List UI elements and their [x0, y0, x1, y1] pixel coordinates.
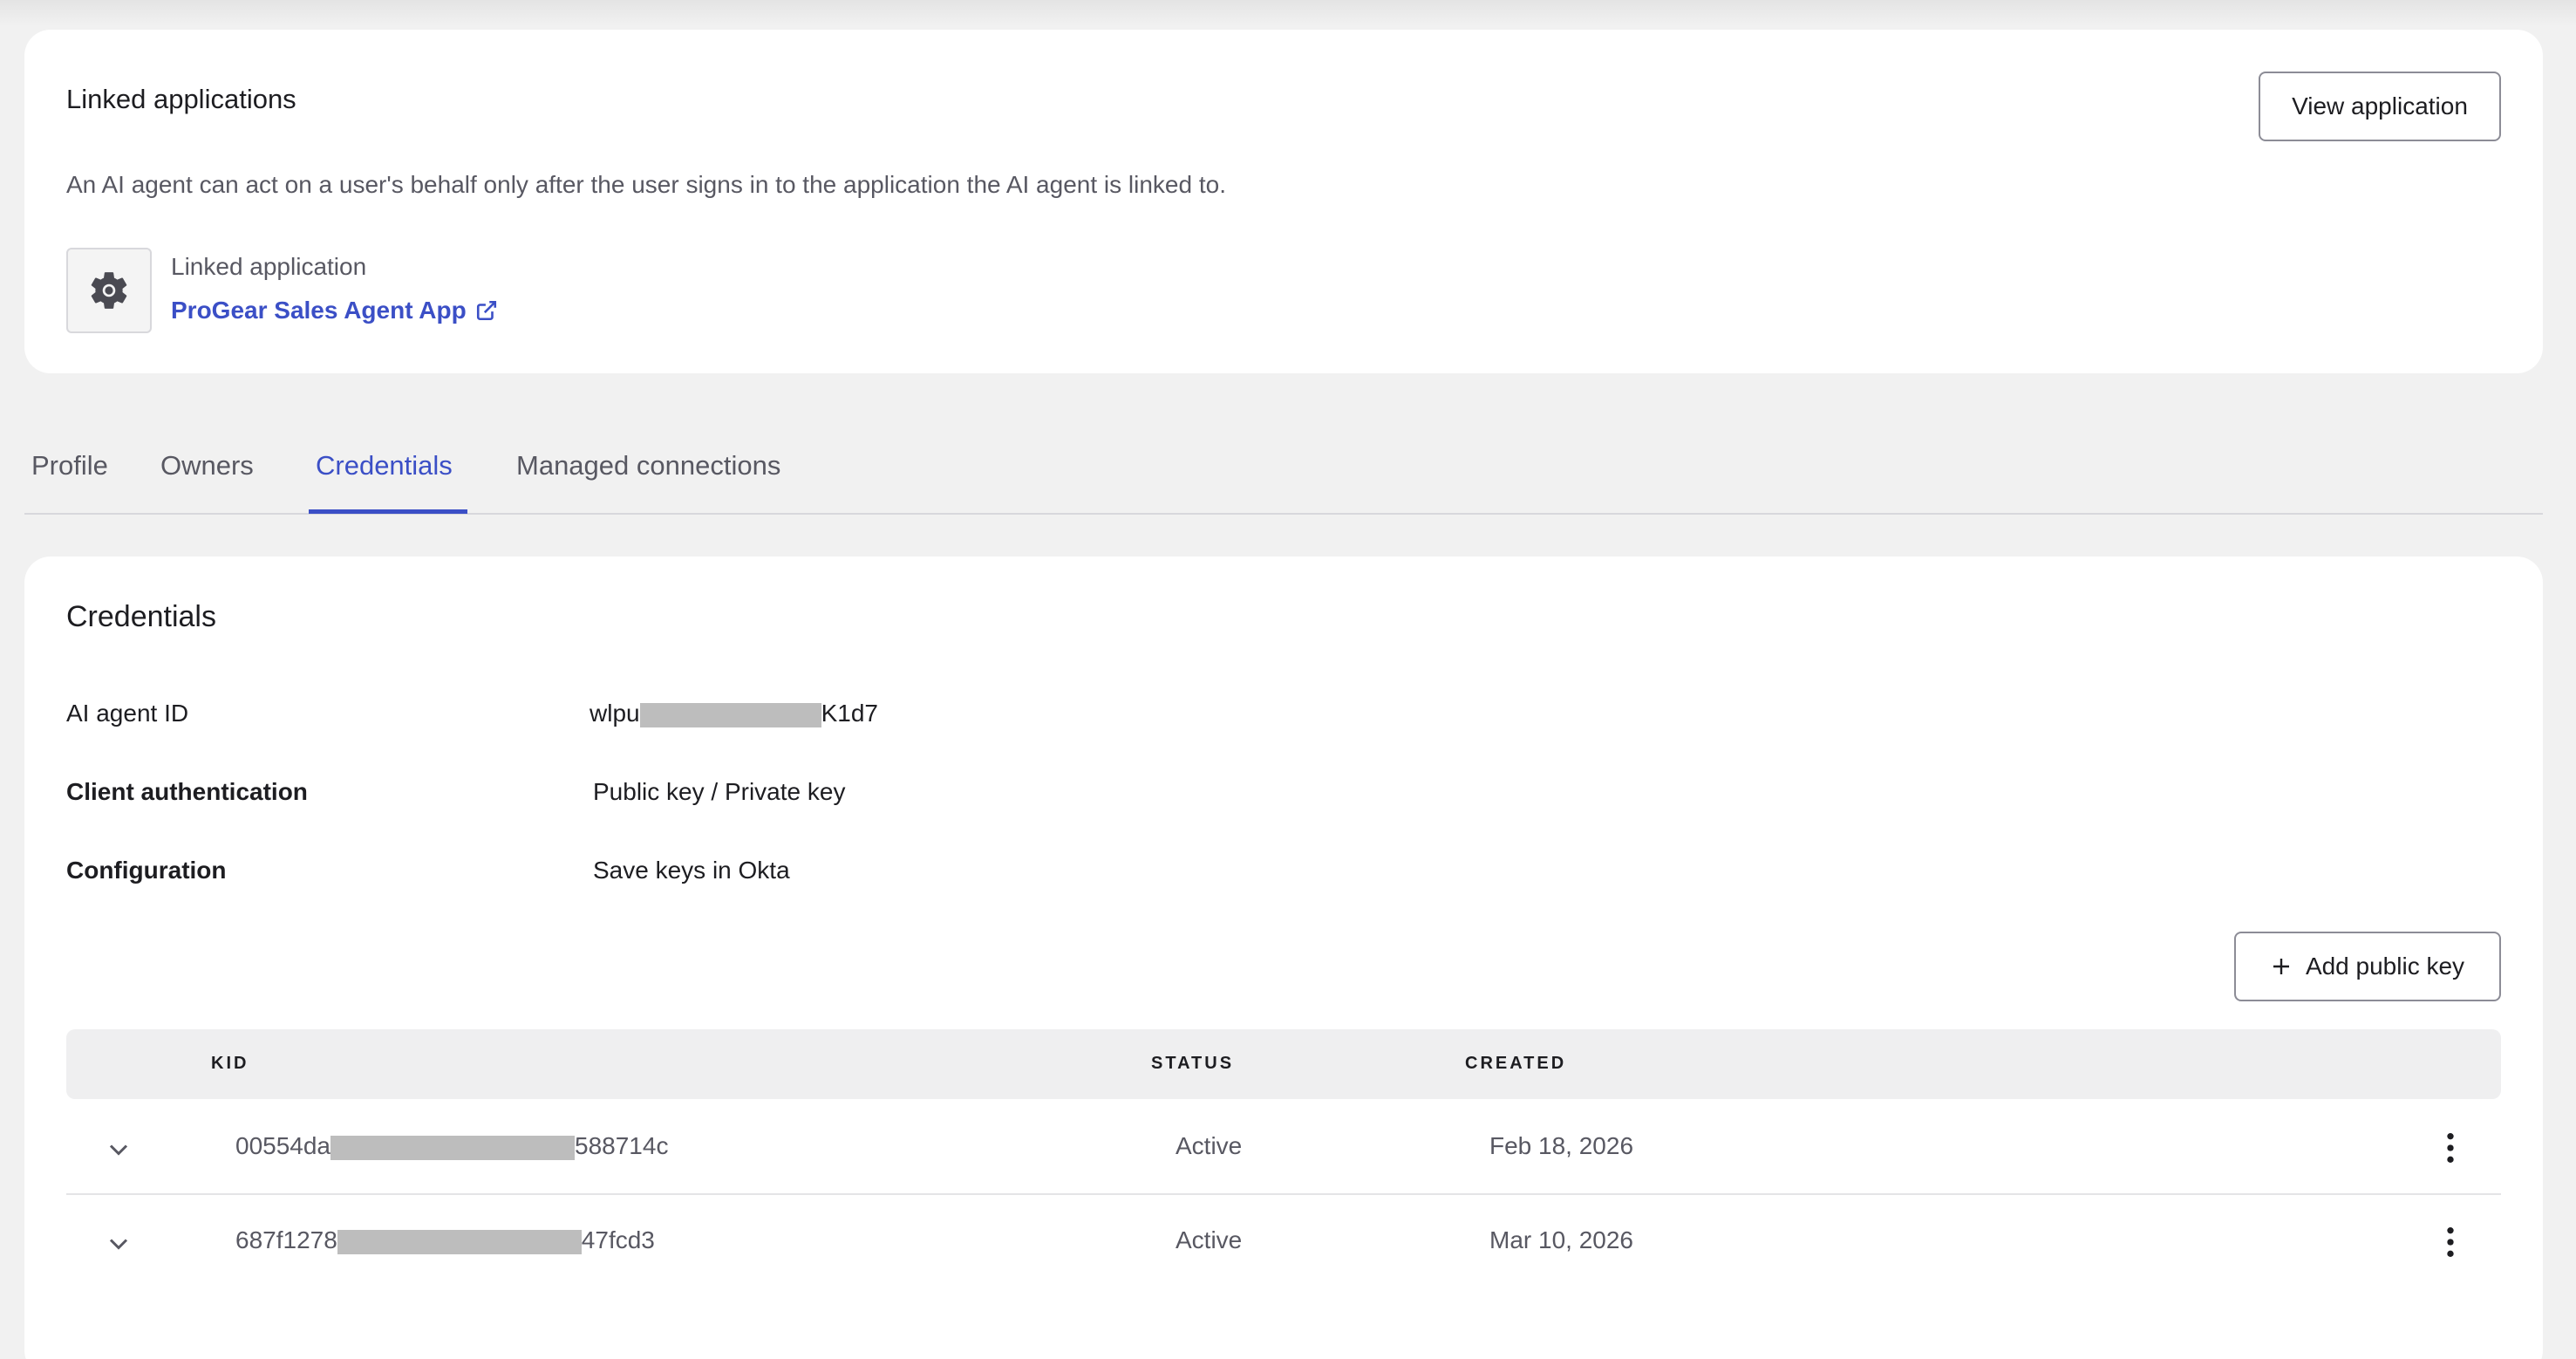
more-actions-icon[interactable]	[2440, 1130, 2461, 1165]
column-header-created: CREATED	[1465, 1054, 1567, 1073]
top-shadow	[0, 0, 2576, 26]
kid-suffix: 588714c	[575, 1132, 669, 1159]
tab-managed-connections[interactable]: Managed connections	[516, 436, 780, 515]
chevron-down-icon[interactable]	[103, 1228, 134, 1260]
redaction-block	[337, 1229, 582, 1254]
kid-prefix: 687f1278	[235, 1226, 337, 1253]
page: Linked applications View application An …	[0, 0, 2576, 1359]
kid-suffix: 47fcd3	[581, 1226, 655, 1253]
linked-applications-description: An AI agent can act on a user's behalf o…	[66, 171, 1226, 198]
created-cell: Mar 10, 2026	[1489, 1226, 1633, 1253]
tab-credentials[interactable]: Credentials	[316, 436, 453, 515]
column-header-status: STATUS	[1151, 1054, 1235, 1073]
table-row: 687f1278 47fcd3 Active Mar 10, 2026	[66, 1195, 2501, 1289]
ai-agent-id-label: AI agent ID	[66, 700, 189, 727]
linked-application-label: Linked application	[171, 253, 367, 280]
kid-cell: 00554da 588714c	[235, 1132, 668, 1160]
created-cell: Feb 18, 2026	[1489, 1132, 1634, 1159]
linked-application-name[interactable]: ProGear Sales Agent App	[171, 297, 467, 324]
linked-applications-title: Linked applications	[66, 84, 296, 114]
gear-icon	[91, 272, 127, 309]
more-actions-icon[interactable]	[2440, 1225, 2461, 1260]
tab-profile[interactable]: Profile	[31, 436, 108, 515]
kid-prefix: 00554da	[235, 1132, 331, 1159]
ai-agent-id-suffix: K1d7	[821, 700, 878, 727]
redaction-block	[331, 1135, 576, 1160]
table-row: 00554da 588714c Active Feb 18, 2026	[66, 1101, 2501, 1195]
configuration-label: Configuration	[66, 857, 227, 884]
chevron-down-icon[interactable]	[103, 1134, 134, 1165]
kid-cell: 687f1278 47fcd3	[235, 1226, 655, 1254]
active-tab-indicator	[309, 509, 467, 514]
status-cell: Active	[1176, 1132, 1243, 1159]
view-application-button[interactable]: View application	[2259, 72, 2501, 141]
plus-icon	[2273, 959, 2289, 974]
tab-owners[interactable]: Owners	[160, 436, 254, 515]
add-public-key-label[interactable]: Add public key	[2306, 953, 2464, 980]
keys-table-header: KID STATUS CREATED	[66, 1029, 2501, 1099]
status-cell: Active	[1176, 1226, 1243, 1253]
configuration-value: Save keys in Okta	[593, 857, 790, 884]
credentials-card: Credentials AI agent ID wlpu K1d7 Client …	[24, 557, 2543, 1359]
client-authentication-value: Public key / Private key	[593, 778, 846, 805]
linked-applications-card: Linked applications View application An …	[24, 30, 2543, 373]
client-authentication-label: Client authentication	[66, 778, 308, 805]
ai-agent-id-value: wlpu K1d7	[589, 700, 878, 727]
redaction-block	[639, 702, 821, 727]
credentials-title: Credentials	[66, 600, 216, 633]
linked-application-link[interactable]: ProGear Sales Agent App	[171, 297, 498, 324]
tab-bar: Profile Owners Credentials Managed conne…	[24, 436, 2543, 515]
external-link-icon	[476, 300, 496, 321]
column-header-kid: KID	[211, 1054, 249, 1073]
ai-agent-id-prefix: wlpu	[589, 700, 640, 727]
add-public-key-button[interactable]: Add public key	[2234, 932, 2501, 1001]
app-icon-box	[66, 248, 152, 333]
